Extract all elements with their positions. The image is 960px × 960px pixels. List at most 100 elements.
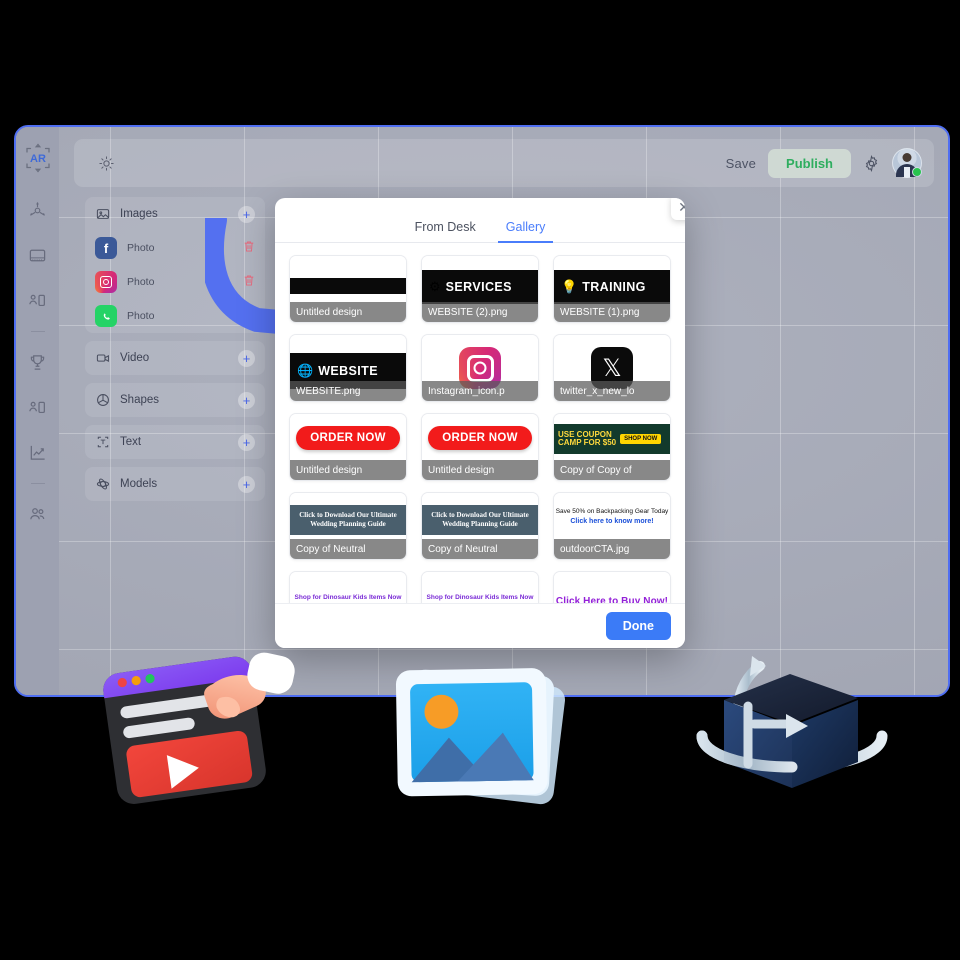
wedding-line2: Wedding Planning Guide <box>310 520 386 528</box>
dino-text: Shop for Dinosaur Kids Items Now <box>294 594 402 601</box>
video-icon <box>95 351 110 366</box>
layer-child-facebook[interactable]: f Photo <box>85 231 265 265</box>
layer-row-models[interactable]: Models + <box>85 467 265 501</box>
layer-child-label: Photo <box>127 276 155 288</box>
wedding-line1: Click to Download Our Ultimate <box>299 510 397 519</box>
thumbnail-item[interactable]: 💡 TRAINING WEBSITE (1).png <box>553 255 671 323</box>
gear-check-icon: ⚙ <box>429 279 441 294</box>
ar-logo[interactable]: AR <box>21 141 55 175</box>
sun-icon[interactable] <box>98 155 115 172</box>
dino-text: Shop for Dinosaur Kids Items Now <box>426 594 534 601</box>
layout-icon[interactable] <box>21 283 55 317</box>
thumbnail-item[interactable]: Untitled design <box>289 255 407 323</box>
coupon-art: USE COUPON CAMP FOR $50 SHOP NOW <box>554 424 670 454</box>
slides-icon[interactable] <box>21 238 55 272</box>
save-button[interactable]: Save <box>726 156 756 171</box>
layer-row-text[interactable]: Text + <box>85 425 265 459</box>
outdoor-line1: Save 50% on Backpacking Gear Today <box>555 508 669 515</box>
thumb-banner-text: WEBSITE <box>318 364 378 378</box>
wedding-art: Click to Download Our Ultimate Wedding P… <box>290 505 406 535</box>
layer-group-models: Models + <box>85 467 265 501</box>
thumb-caption: outdoorCTA.jpg <box>554 539 670 559</box>
trophy-icon[interactable] <box>21 345 55 379</box>
shapes-icon <box>95 393 110 408</box>
instagram-icon <box>95 271 117 293</box>
avatar[interactable] <box>892 148 922 178</box>
layer-label: Images <box>120 208 158 220</box>
coupon-line2: CAMP FOR $50 <box>558 438 617 447</box>
layer-child-label: Photo <box>127 242 155 254</box>
gear-icon[interactable] <box>863 154 880 172</box>
thumb-order-text: ORDER NOW <box>296 426 400 450</box>
thumb-art: Shop for Dinosaur Kids Items Now <box>290 572 406 603</box>
thumb-caption: Instagram_icon.p <box>422 381 538 401</box>
thumb-art: Shop for Dinosaur Kids Items Now <box>422 572 538 603</box>
layer-label: Shapes <box>120 394 160 406</box>
3d-axis-icon[interactable] <box>21 193 55 227</box>
layer-row-images[interactable]: Images + <box>85 197 265 231</box>
whatsapp-icon <box>95 305 117 327</box>
coupon-button: SHOP NOW <box>620 434 662 444</box>
add-image-button[interactable]: + <box>238 205 255 223</box>
layer-group-images: Images + f Photo Photo Photo <box>85 197 265 333</box>
thumbnail-item[interactable]: 🌐 WEBSITE WEBSITE.png <box>289 334 407 402</box>
layer-row-video[interactable]: Video + <box>85 341 265 375</box>
delete-icon[interactable] <box>243 308 255 324</box>
layer-child-label: Photo <box>127 310 155 322</box>
layer-group-text: Text + <box>85 425 265 459</box>
add-shape-button[interactable]: + <box>238 391 255 409</box>
layer-child-instagram[interactable]: Photo <box>85 265 265 299</box>
thumbnail-item[interactable]: Click Here to Buy Now! <box>553 571 671 603</box>
wedding-line2: Wedding Planning Guide <box>442 520 518 528</box>
thumb-banner-text: SERVICES <box>445 280 512 294</box>
layer-label: Models <box>120 478 158 490</box>
add-text-button[interactable]: + <box>238 433 255 451</box>
outdoor-line2: Click here to know more! <box>570 517 654 525</box>
layer-row-shapes[interactable]: Shapes + <box>85 383 265 417</box>
done-button[interactable]: Done <box>605 612 671 640</box>
photo-stack-3d <box>395 668 566 805</box>
delete-icon[interactable] <box>243 274 255 290</box>
thumb-caption: Untitled design <box>290 302 406 322</box>
people-icon[interactable] <box>21 497 55 531</box>
thumb-art: Click Here to Buy Now! <box>554 572 670 603</box>
thumbnail-item[interactable]: USE COUPON CAMP FOR $50 SHOP NOW Copy of… <box>553 413 671 481</box>
analytics-icon[interactable] <box>21 435 55 469</box>
thumb-caption: Copy of Neutral <box>290 539 406 559</box>
close-icon[interactable]: ✕ <box>671 198 685 220</box>
thumbnail-grid: Untitled design ⚙ SERVICES WEBSITE (2).p… <box>289 255 671 603</box>
thumb-caption: Copy of Neutral <box>422 539 538 559</box>
rotating-cube-3d <box>696 656 888 788</box>
thumbnail-item[interactable]: Shop for Dinosaur Kids Items Now <box>421 571 539 603</box>
thumb-caption: WEBSITE.png <box>290 381 406 401</box>
lightbulb-icon: 💡 <box>561 279 578 294</box>
layers-panel: Images + f Photo Photo Photo Video + Sha… <box>85 197 265 509</box>
top-toolbar: Save Publish <box>74 139 934 187</box>
delete-icon[interactable] <box>243 240 255 256</box>
svg-text:AR: AR <box>30 153 46 165</box>
publish-button[interactable]: Publish <box>768 148 851 178</box>
facebook-icon: f <box>95 237 117 259</box>
thumbnail-item[interactable]: Shop for Dinosaur Kids Items Now <box>289 571 407 603</box>
thumbnail-item[interactable]: Save 50% on Backpacking Gear Today Click… <box>553 492 671 560</box>
divider-2 <box>30 483 45 484</box>
tab-gallery[interactable]: Gallery <box>497 220 553 243</box>
thumbnail-item[interactable]: ORDER NOW Untitled design <box>421 413 539 481</box>
thumbnail-item[interactable]: Click to Download Our Ultimate Wedding P… <box>421 492 539 560</box>
divider-1 <box>30 331 45 332</box>
add-video-button[interactable]: + <box>238 349 255 367</box>
layout-2-icon[interactable] <box>21 390 55 424</box>
thumb-caption: Untitled design <box>422 460 538 480</box>
thumbnail-item[interactable]: Click to Download Our Ultimate Wedding P… <box>289 492 407 560</box>
gallery-scroll-area[interactable]: Untitled design ⚙ SERVICES WEBSITE (2).p… <box>275 243 685 603</box>
thumbnail-item[interactable]: ORDER NOW Untitled design <box>289 413 407 481</box>
add-model-button[interactable]: + <box>238 475 255 493</box>
thumbnail-item[interactable]: Instagram_icon.p <box>421 334 539 402</box>
text-icon <box>95 435 110 450</box>
tab-from-desk[interactable]: From Desk <box>415 220 476 242</box>
buynow-text: Click Here to Buy Now! <box>555 596 669 603</box>
thumbnail-item[interactable]: 𝕏 twitter_x_new_lo <box>553 334 671 402</box>
thumb-caption: twitter_x_new_lo <box>554 381 670 401</box>
thumbnail-item[interactable]: ⚙ SERVICES WEBSITE (2).png <box>421 255 539 323</box>
layer-child-whatsapp[interactable]: Photo <box>85 299 265 333</box>
